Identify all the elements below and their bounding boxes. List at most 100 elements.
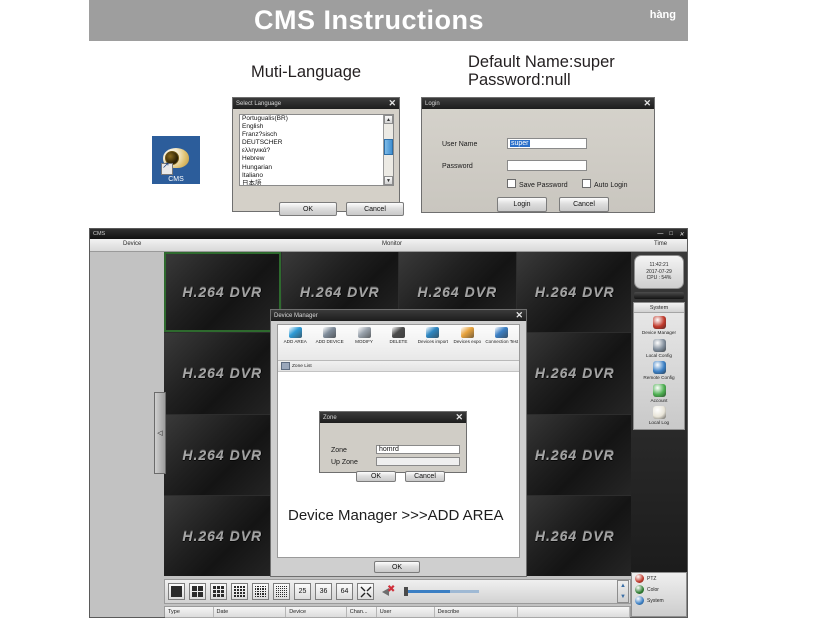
- user-name-value: super: [510, 140, 530, 147]
- save-password-checkbox[interactable]: Save Password: [507, 179, 568, 189]
- video-cell[interactable]: H.264 DVR: [516, 333, 633, 414]
- system-panel: System Device Manager Local Config Remote …: [633, 302, 685, 430]
- layout-button-8[interactable]: [231, 583, 248, 600]
- local-log-icon: [652, 406, 666, 419]
- log-column-header[interactable]: Device: [286, 607, 347, 617]
- maximize-icon[interactable]: □: [669, 231, 673, 238]
- sidebar-item-local-log[interactable]: Local Log: [634, 403, 684, 426]
- log-column-header[interactable]: Describe: [435, 607, 519, 617]
- menu-monitor[interactable]: Monitor: [382, 241, 402, 247]
- menu-time[interactable]: Time: [654, 241, 667, 247]
- ptz-panel-item-system[interactable]: System: [632, 595, 686, 606]
- cpu-usage: CPU : 54%: [646, 275, 672, 282]
- cancel-button[interactable]: Cancel: [559, 197, 609, 212]
- sidebar-item-remote-config[interactable]: Remote Config: [634, 358, 684, 381]
- scroll-stepper[interactable]: ▲ ▼: [617, 580, 629, 603]
- list-item[interactable]: Hebrew: [240, 155, 393, 163]
- fullscreen-icon[interactable]: [357, 583, 374, 600]
- scrollbar-thumb[interactable]: [384, 139, 393, 155]
- up-zone-input[interactable]: [376, 457, 460, 466]
- dm-tool-modify[interactable]: MODIFY: [347, 327, 381, 344]
- checkbox-icon[interactable]: [582, 179, 591, 188]
- scroll-down-icon[interactable]: ▼: [620, 594, 626, 600]
- list-item[interactable]: Italiano: [240, 172, 393, 180]
- select-language-title: Select Language: [236, 100, 282, 107]
- close-icon[interactable]: ✕: [679, 231, 684, 238]
- menu-device[interactable]: Device: [123, 241, 141, 247]
- dm-tool-devices-expo[interactable]: Devices expo: [450, 327, 484, 344]
- ptz-panel-item-ptz[interactable]: PTZ: [632, 573, 686, 584]
- log-column-header[interactable]: Type: [165, 607, 214, 617]
- scroll-up-icon[interactable]: ▲: [384, 115, 393, 124]
- scroll-down-icon[interactable]: ▼: [384, 176, 393, 185]
- user-name-input[interactable]: super: [507, 138, 587, 149]
- layout-button-1[interactable]: [168, 583, 185, 600]
- auto-login-label: Auto Login: [594, 182, 628, 189]
- ptz-icon: [635, 574, 644, 583]
- sidebar-item-label: Device Manager: [641, 330, 677, 335]
- layout-button-36[interactable]: 36: [315, 583, 332, 600]
- video-cell[interactable]: H.264 DVR: [164, 414, 281, 495]
- ptz-panel-item-color[interactable]: Color: [632, 584, 686, 595]
- auto-login-checkbox[interactable]: Auto Login: [582, 179, 627, 189]
- log-table-header: Type Date Device Chan... User Describe: [165, 607, 630, 618]
- close-icon[interactable]: ✕: [388, 99, 396, 108]
- login-titlebar: Login ✕: [422, 98, 654, 109]
- checkbox-icon[interactable]: [507, 179, 516, 188]
- close-icon[interactable]: ✕: [643, 99, 651, 108]
- log-table: Type Date Device Chan... User Describe: [164, 606, 631, 618]
- close-icon[interactable]: ✕: [515, 311, 523, 320]
- layout-button-9[interactable]: [252, 583, 269, 600]
- cancel-button[interactable]: Cancel: [346, 202, 404, 216]
- video-cell[interactable]: H.264 DVR: [164, 252, 281, 333]
- language-list-scrollbar[interactable]: ▲ ▼: [383, 115, 393, 185]
- ok-button[interactable]: OK: [279, 202, 337, 216]
- sidebar-item-local-config[interactable]: Local Config: [634, 336, 684, 359]
- scroll-up-icon[interactable]: ▲: [620, 583, 626, 589]
- desktop-icon-cms[interactable]: CMS: [152, 136, 200, 184]
- zone-input[interactable]: homrd: [376, 445, 460, 454]
- sidebar-item-device-manager[interactable]: Device Manager: [634, 313, 684, 336]
- login-button[interactable]: Login: [497, 197, 547, 212]
- list-item[interactable]: 日本語: [240, 180, 393, 185]
- language-list[interactable]: Portugualis(BR) English Franz?sisch DEUT…: [239, 114, 394, 186]
- layout-button-64[interactable]: 64: [336, 583, 353, 600]
- video-cell[interactable]: H.264 DVR: [516, 414, 633, 495]
- log-column-header[interactable]: Chan...: [347, 607, 377, 617]
- video-cell[interactable]: H.264 DVR: [164, 495, 281, 576]
- dm-tool-add-area[interactable]: ADD AREA: [278, 327, 312, 344]
- dm-tool-add-device[interactable]: ADD DEVICE: [312, 327, 346, 344]
- login-title: Login: [425, 100, 440, 107]
- video-cell[interactable]: H.264 DVR: [516, 252, 633, 333]
- log-column-header[interactable]: User: [377, 607, 435, 617]
- list-item[interactable]: Franz?sisch: [240, 131, 393, 139]
- speaker-mute-icon[interactable]: ✖: [382, 585, 396, 598]
- dm-tool-delete[interactable]: DELETE: [381, 327, 415, 344]
- log-column-header[interactable]: [518, 607, 630, 617]
- layout-button-16[interactable]: [273, 583, 290, 600]
- list-item[interactable]: ελληνικά?: [240, 147, 393, 155]
- sidebar-item-account[interactable]: Account: [634, 381, 684, 404]
- video-cell[interactable]: H.264 DVR: [516, 495, 633, 576]
- cancel-button[interactable]: Cancel: [405, 471, 445, 482]
- volume-slider[interactable]: [404, 587, 479, 596]
- ok-button[interactable]: OK: [374, 561, 420, 573]
- video-cell[interactable]: H.264 DVR: [164, 333, 281, 414]
- dm-tool-connection-test[interactable]: Connection Test: [485, 327, 519, 344]
- layout-button-4[interactable]: [189, 583, 206, 600]
- close-icon[interactable]: ✕: [455, 413, 463, 422]
- password-input[interactable]: [507, 160, 587, 171]
- layout-button-6[interactable]: [210, 583, 227, 600]
- minimize-icon[interactable]: —: [657, 231, 663, 238]
- account-icon: [652, 383, 666, 397]
- list-item[interactable]: Hungarian: [240, 164, 393, 172]
- dm-tool-devices-import[interactable]: Devices import: [416, 327, 450, 344]
- save-password-label: Save Password: [519, 182, 568, 189]
- panel-collapse-handle[interactable]: ◁: [154, 392, 166, 474]
- list-item[interactable]: Portugualis(BR): [240, 115, 393, 123]
- log-column-header[interactable]: Date: [214, 607, 287, 617]
- layout-button-25[interactable]: 25: [294, 583, 311, 600]
- ok-button[interactable]: OK: [356, 471, 396, 482]
- list-item[interactable]: English: [240, 123, 393, 131]
- zone-list-tree[interactable]: Zone List: [278, 361, 519, 372]
